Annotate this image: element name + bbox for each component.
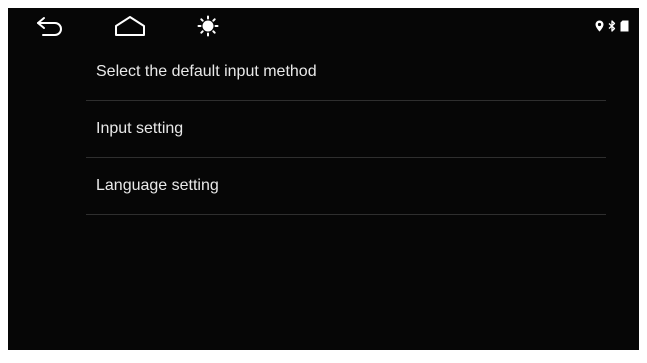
settings-menu: Select the default input method Input se… <box>86 44 606 215</box>
brightness-icon <box>197 15 219 37</box>
menu-item-default-input-method[interactable]: Select the default input method <box>86 44 606 100</box>
screen: Select the default input method Input se… <box>8 8 639 350</box>
menu-item-language-setting[interactable]: Language setting <box>86 158 606 214</box>
device-frame: Select the default input method Input se… <box>0 0 647 363</box>
bluetooth-icon <box>608 20 616 32</box>
back-button[interactable] <box>32 12 68 40</box>
home-button[interactable] <box>112 12 148 40</box>
divider <box>86 214 606 215</box>
menu-item-label: Select the default input method <box>96 63 317 80</box>
sd-card-icon <box>620 20 629 32</box>
menu-item-input-setting[interactable]: Input setting <box>86 101 606 157</box>
menu-item-label: Input setting <box>96 120 184 137</box>
status-icons <box>595 19 629 33</box>
status-bar <box>8 8 639 44</box>
home-icon <box>115 16 145 36</box>
menu-item-label: Language setting <box>96 177 219 194</box>
location-pin-icon <box>595 20 604 32</box>
back-arrow-icon <box>37 17 62 36</box>
brightness-button[interactable] <box>190 12 226 40</box>
